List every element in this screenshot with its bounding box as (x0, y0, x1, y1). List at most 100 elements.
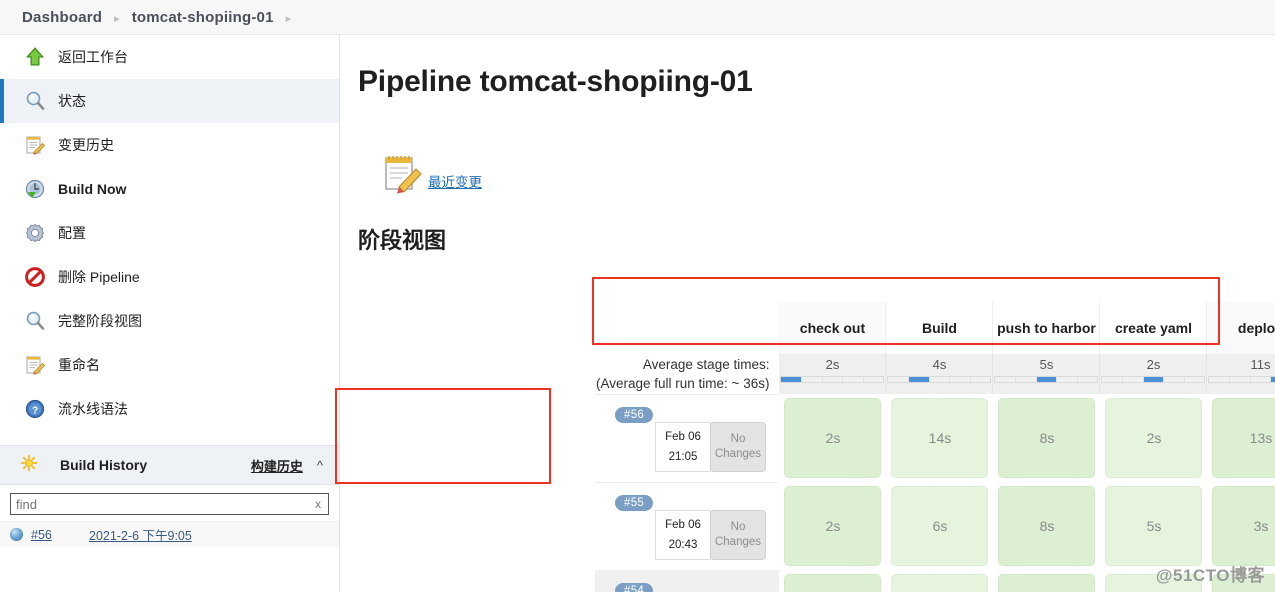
stage-duration: 8s (998, 486, 1096, 566)
run-date: Feb 06 (665, 431, 701, 443)
stage-header-cell[interactable]: create yaml (1100, 302, 1208, 354)
stage-duration: 6s (891, 486, 989, 566)
stage-average-cell: 2s (779, 354, 887, 394)
build-timestamp-link[interactable]: 2021-2-6 下午9:05 (89, 525, 192, 544)
stage-run-cell[interactable] (779, 570, 886, 592)
stage-run-cell[interactable]: 14s (886, 394, 993, 482)
stage-duration (784, 574, 882, 592)
stage-run-cell[interactable]: 3s (1207, 482, 1275, 570)
stage-duration: 2s (784, 398, 882, 478)
run-label-cell[interactable]: #55 Feb 06 20:43 No Changes (595, 482, 780, 570)
sidebar-item-back-to-dashboard[interactable]: 返回工作台 (0, 35, 339, 79)
stage-average-time: 2s (825, 357, 840, 372)
clear-icon[interactable]: x (315, 497, 321, 511)
magnifier-icon (24, 90, 46, 112)
up-arrow-icon (24, 46, 46, 68)
run-meta: Feb 06 20:43 No Changes (655, 510, 766, 560)
stage-duration: 8s (998, 398, 1096, 478)
stage-header-cell[interactable]: push to harbor (993, 302, 1101, 354)
stage-header-cell[interactable]: check out (779, 302, 887, 354)
sidebar-item-configure[interactable]: 配置 (0, 211, 339, 255)
run-time: 21:05 (668, 451, 698, 463)
stage-average-time: 5s (1039, 357, 1054, 372)
chevron-right-icon-2: ▸ (285, 12, 292, 25)
sidebar-item-delete-pipeline[interactable]: 删除 Pipeline (0, 255, 339, 299)
no-changes-button[interactable]: No Changes (710, 510, 766, 560)
build-history-find-wrap: x (0, 485, 339, 521)
stage-run-cell[interactable] (993, 570, 1100, 592)
stage-name: deploy (1237, 320, 1275, 336)
chevron-up-icon[interactable]: ^ (317, 458, 323, 473)
sidebar-item-build-now[interactable]: Build Now (0, 167, 339, 211)
sidebar-item-label: 重命名 (58, 357, 100, 373)
sidebar-item-rename[interactable]: 重命名 (0, 343, 339, 387)
average-full-run-label: (Average full run time: ~ 36s) (596, 376, 770, 391)
run-time: 20:43 (668, 539, 698, 551)
run-number-badge[interactable]: #54 (615, 583, 654, 592)
stage-view-table: check out Build push to harbor create ya… (595, 302, 1275, 592)
magnifier-icon (24, 310, 46, 332)
build-history-row[interactable]: #56 2021-2-6 下午9:05 (0, 521, 339, 547)
no-changes-button[interactable]: No Changes (710, 422, 766, 472)
build-history-title: Build History (60, 457, 148, 473)
table-row[interactable]: #56 Feb 06 21:05 No Changes 2s 14s 8s 2s… (595, 394, 1275, 482)
sidebar-item-label: 配置 (58, 225, 86, 241)
breadcrumb-item-dashboard[interactable]: Dashboard (22, 9, 102, 26)
stage-duration: 3s (1212, 486, 1275, 566)
build-history-header[interactable]: Build History 构建历史 ^ (0, 445, 339, 485)
stage-run-cell[interactable]: 8s (993, 482, 1100, 570)
chevron-right-icon: ▸ (114, 12, 120, 25)
build-now-icon (24, 178, 46, 200)
run-label-cell[interactable]: #54 (595, 570, 780, 592)
svg-text:?: ? (32, 405, 38, 416)
stage-run-cell[interactable]: 13s (1207, 394, 1275, 482)
stage-average-time: 2s (1146, 357, 1161, 372)
run-date: Feb 06 (665, 519, 701, 531)
stage-header-cell[interactable]: deploy (1207, 302, 1275, 354)
search-input[interactable] (10, 493, 329, 515)
stage-duration: 14s (891, 398, 989, 478)
gear-icon (24, 222, 46, 244)
build-history-link[interactable]: 构建历史 (251, 456, 303, 475)
stage-view-heading: 阶段视图 (358, 228, 447, 253)
run-meta: Feb 06 21:05 No Changes (655, 422, 766, 472)
sidebar-item-label: 删除 Pipeline (58, 269, 140, 285)
build-number-link[interactable]: #56 (31, 528, 59, 542)
sidebar-item-full-stage-view[interactable]: 完整阶段视图 (0, 299, 339, 343)
stage-run-cell[interactable]: 6s (886, 482, 993, 570)
recent-changes-row: 最近变更 (380, 151, 1275, 195)
sidebar-item-label: 状态 (58, 93, 86, 109)
recent-changes-link[interactable]: 最近变更 (428, 171, 482, 191)
average-times-label-cell: Average stage times: (Average full run t… (595, 354, 779, 394)
run-datetime[interactable]: Feb 06 20:43 (655, 510, 711, 560)
delete-forbidden-icon (24, 266, 46, 288)
sidebar-item-change-history[interactable]: 变更历史 (0, 123, 339, 167)
stage-run-cell[interactable]: 2s (779, 482, 886, 570)
sidebar-item-status[interactable]: 状态 (0, 79, 339, 123)
breadcrumb-item-job[interactable]: tomcat-shopiing-01 (132, 9, 274, 26)
table-row[interactable]: #55 Feb 06 20:43 No Changes 2s 6s 8s 5s … (595, 482, 1275, 570)
stage-run-cell[interactable]: 5s (1100, 482, 1207, 570)
stage-header-cell[interactable]: Build (886, 302, 994, 354)
run-datetime[interactable]: Feb 06 21:05 (655, 422, 711, 472)
stage-duration (891, 574, 989, 592)
stage-average-cell: 2s (1100, 354, 1208, 394)
stage-progress-bar (887, 376, 992, 383)
stage-average-row: Average stage times: (Average full run t… (595, 354, 1275, 394)
run-number-badge[interactable]: #56 (615, 407, 654, 423)
stage-run-cell[interactable]: 2s (779, 394, 886, 482)
notepad-pencil-icon (24, 354, 46, 376)
stage-run-cell[interactable]: 8s (993, 394, 1100, 482)
blue-ball-icon (10, 528, 23, 541)
run-number-badge[interactable]: #55 (615, 495, 654, 511)
stage-average-cell: 5s (993, 354, 1101, 394)
stage-header-row: check out Build push to harbor create ya… (595, 302, 1275, 354)
run-label-cell[interactable]: #56 Feb 06 21:05 No Changes (595, 394, 780, 482)
main-content: Pipeline tomcat-shopiing-01 最近变更 阶段视图 ch… (340, 35, 1275, 592)
stage-average-cell: 4s (886, 354, 994, 394)
sidebar-item-pipeline-syntax[interactable]: ? 流水线语法 (0, 387, 339, 431)
stage-run-cell[interactable]: 2s (1100, 394, 1207, 482)
watermark: @51CTO博客 (1155, 566, 1265, 585)
stage-run-cell[interactable] (886, 570, 993, 592)
stage-header-spacer (595, 302, 779, 354)
